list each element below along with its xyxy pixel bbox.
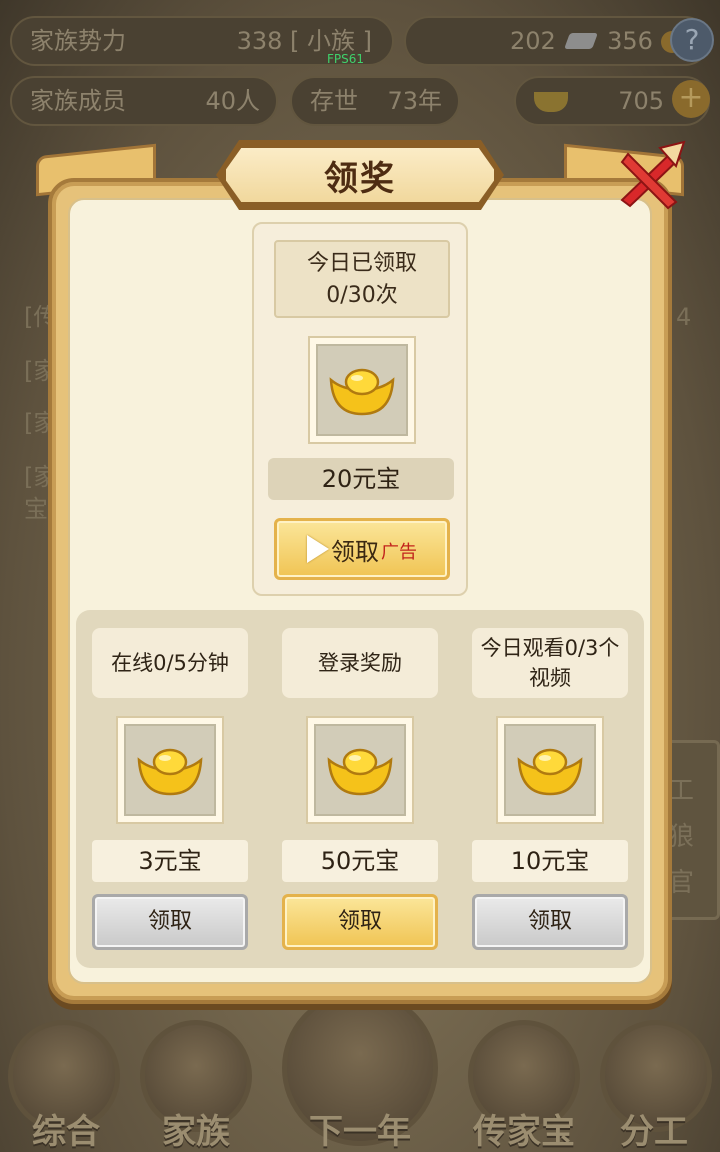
ad-claim-label: 领取 <box>331 537 379 566</box>
nav-heirloom[interactable]: 传家宝 <box>454 1104 594 1152</box>
reward-panel: 在线0/5分钟 3元宝 领取 登录奖励 50元宝 领取 今日观看0/3个视频 1… <box>76 610 644 968</box>
silver-ingot-icon <box>564 33 599 49</box>
ad-claim-count-line2: 0/30次 <box>326 283 398 308</box>
nav-clan[interactable]: 家族 <box>126 1104 266 1152</box>
reward-amount: 3元宝 <box>92 840 248 882</box>
reward-video: 今日观看0/3个视频 10元宝 领取 <box>472 610 628 968</box>
gold-ingot-icon <box>329 368 395 416</box>
item-slot <box>314 724 406 816</box>
clan-power-value: 338 <box>236 27 283 55</box>
ad-claim-button[interactable]: 领取 广告 <box>274 518 450 580</box>
close-icon <box>620 140 686 210</box>
ad-claim-count: 今日已领取 0/30次 <box>274 240 450 318</box>
claim-online-button[interactable]: 领取 <box>92 894 248 950</box>
living-value: 73年 <box>387 87 442 115</box>
dialog-title: 领奖 <box>324 158 396 199</box>
ad-reward-amount: 20元宝 <box>268 458 454 500</box>
gold-bar-value: 705 <box>618 87 664 115</box>
item-slot <box>504 724 596 816</box>
members-bar: 家族成员 40人 <box>10 76 278 126</box>
reward-online: 在线0/5分钟 3元宝 领取 <box>92 610 248 968</box>
ad-reward-item <box>308 336 416 444</box>
gold-bar-ingot-icon <box>534 92 568 112</box>
add-gold-icon[interactable]: + <box>672 80 710 118</box>
ad-tag: 广告 <box>381 542 417 563</box>
nav-overview[interactable]: 综合 <box>0 1104 136 1152</box>
reward-item <box>496 716 604 824</box>
living-label: 存世 <box>310 87 358 115</box>
close-button[interactable] <box>614 140 688 214</box>
bg-side-number: 4 <box>676 303 692 331</box>
nav-next-year[interactable]: 下一年 <box>290 1104 430 1152</box>
reward-item <box>306 716 414 824</box>
living-bar: 存世 73年 <box>290 76 460 126</box>
clan-power-rank: [ 小族 ] <box>290 27 372 55</box>
resource-bar: 202 356 <box>404 16 710 66</box>
bg-log-line-5: 宝 <box>24 495 48 523</box>
resource-a-value: 202 <box>510 27 556 55</box>
members-label: 家族成员 <box>30 87 126 115</box>
reward-condition: 今日观看0/3个视频 <box>472 628 628 698</box>
claim-login-button[interactable]: 领取 <box>282 894 438 950</box>
claim-video-button[interactable]: 领取 <box>472 894 628 950</box>
play-icon <box>307 535 329 563</box>
reward-condition: 登录奖励 <box>282 628 438 698</box>
nav-division[interactable]: 分工 <box>584 1104 720 1152</box>
fps-counter: FPS61 <box>327 52 365 66</box>
reward-condition: 在线0/5分钟 <box>92 628 248 698</box>
gold-ingot-icon <box>327 748 393 796</box>
help-icon[interactable]: ? <box>670 18 714 62</box>
reward-item <box>116 716 224 824</box>
bottom-nav: 综合 家族 下一年 传家宝 分工 <box>0 990 720 1152</box>
gold-ingot-icon <box>137 748 203 796</box>
item-slot <box>124 724 216 816</box>
title-plaque: 领奖 <box>222 144 498 206</box>
clan-power-label: 家族势力 <box>30 27 126 55</box>
reward-amount: 10元宝 <box>472 840 628 882</box>
ad-reward-card: 今日已领取 0/30次 20元宝 领取 广告 <box>252 222 468 596</box>
members-value: 40人 <box>205 87 260 115</box>
gold-ingot-icon <box>517 748 583 796</box>
ad-claim-count-line1: 今日已领取 <box>306 251 417 276</box>
resource-b-value: 356 <box>607 27 653 55</box>
item-slot <box>316 344 408 436</box>
reward-amount: 50元宝 <box>282 840 438 882</box>
reward-login: 登录奖励 50元宝 领取 <box>282 610 438 968</box>
